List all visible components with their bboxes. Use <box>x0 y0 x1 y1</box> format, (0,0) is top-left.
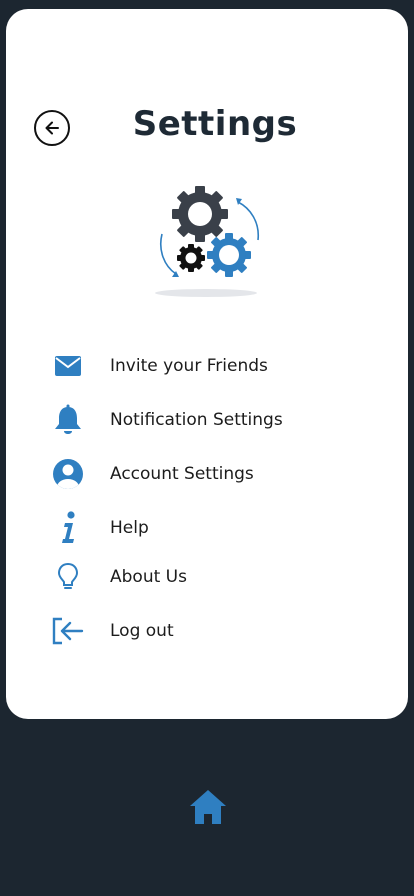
info-icon <box>48 510 88 546</box>
menu-label: Log out <box>110 621 174 641</box>
envelope-icon <box>48 348 88 384</box>
menu-item-notification-settings[interactable]: Notification Settings <box>48 400 348 440</box>
home-icon <box>190 790 226 824</box>
menu-label: Help <box>110 518 149 538</box>
settings-screen: Settings Invite your Friends Notificatio… <box>0 0 414 896</box>
menu-item-log-out[interactable]: Log out <box>48 611 348 651</box>
back-button[interactable] <box>34 110 70 146</box>
bell-icon <box>48 402 88 438</box>
menu-label: Notification Settings <box>110 410 283 430</box>
menu-label: About Us <box>110 567 187 587</box>
menu-label: Account Settings <box>110 464 254 484</box>
page-title: Settings <box>132 104 298 144</box>
menu-item-invite-friends[interactable]: Invite your Friends <box>48 346 348 386</box>
menu-item-help[interactable]: Help <box>48 508 348 548</box>
home-button[interactable] <box>188 787 228 827</box>
lightbulb-icon <box>48 559 88 595</box>
user-circle-icon <box>48 456 88 492</box>
menu-item-account-settings[interactable]: Account Settings <box>48 454 348 494</box>
menu-label: Invite your Friends <box>110 356 268 376</box>
menu-item-about-us[interactable]: About Us <box>48 557 348 597</box>
gears-illustration <box>155 186 260 297</box>
logout-icon <box>48 613 88 649</box>
arrow-left-icon <box>45 121 59 135</box>
